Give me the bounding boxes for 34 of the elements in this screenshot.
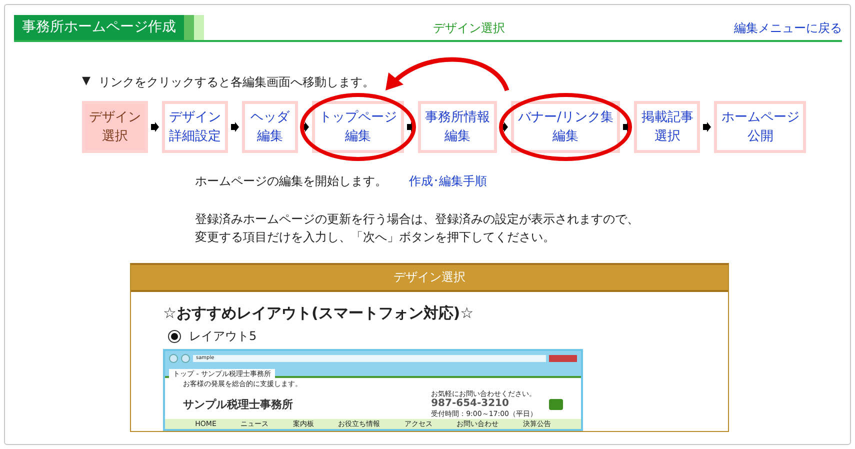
step-link[interactable]: デザイン 詳細設定 <box>162 101 228 153</box>
section-heading: ☆おすすめレイアウト(スマートフォン対応)☆ <box>163 304 475 323</box>
phone-number: 987-654-3210 <box>431 398 510 410</box>
step-link[interactable]: ホームページ 公開 <box>714 101 806 153</box>
layout-label: レイアウト5 <box>189 328 257 345</box>
back-link[interactable]: 編集メニューに戻る <box>734 15 842 40</box>
window-controls-icon <box>549 354 577 362</box>
step-link[interactable]: トップページ 編集 <box>312 101 404 153</box>
procedure-link[interactable]: 作成･編集手順 <box>409 173 487 190</box>
header-stripe <box>194 15 204 40</box>
panel-title: デザイン選択 <box>131 265 728 292</box>
note-text: 登録済みホームページの更新を行う場合は、登録済みの設定が表示されますので、 変更する項目だけを入力し、「次へ」ボタンを押下してください。 <box>195 211 639 246</box>
step-link[interactable]: 掲載記事 選択 <box>634 101 700 153</box>
arrow-right-icon <box>500 122 508 132</box>
radio-button[interactable] <box>168 330 181 343</box>
step-link[interactable]: バナー/リンク集 編集 <box>511 101 620 153</box>
site-name: サンプル税理士事務所 <box>183 396 294 412</box>
app-title: 事務所ホームページ作成 <box>14 15 184 40</box>
arrow-right-icon <box>407 122 415 132</box>
step-link[interactable]: ヘッダ 編集 <box>242 101 298 153</box>
instruction-text: リンクをクリックすると各編集画面へ移動します。 <box>98 74 374 91</box>
forward-icon <box>181 354 190 362</box>
mail-icon <box>549 398 563 410</box>
triangle-marker: ▼ <box>82 74 90 89</box>
step-link[interactable]: デザイン 選択 <box>82 101 148 153</box>
arrow-right-icon <box>231 122 239 132</box>
arrow-right-icon <box>301 122 309 132</box>
arrow-right-icon <box>703 122 712 132</box>
header-stripe <box>184 15 194 40</box>
page-title: デザイン選択 <box>433 21 505 35</box>
step-link[interactable]: 事務所情報 編集 <box>418 101 497 153</box>
intro-text: ホームページの編集を開始します。 <box>195 173 387 190</box>
back-icon <box>169 354 178 362</box>
arrow-right-icon <box>151 122 159 132</box>
